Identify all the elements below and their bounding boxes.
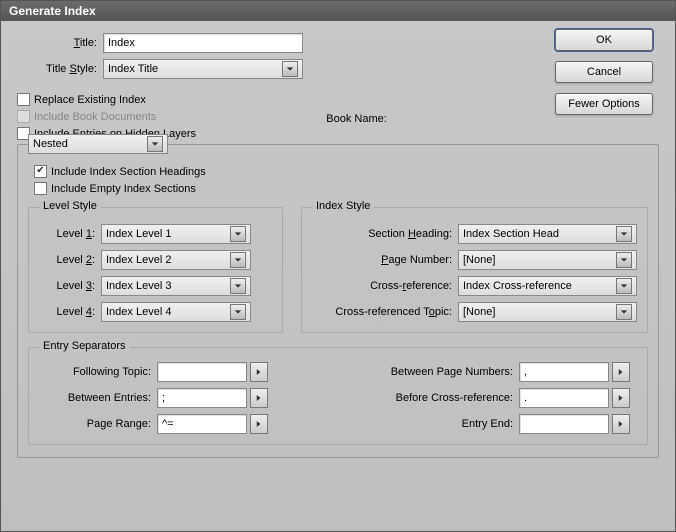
chevron-down-icon <box>616 278 632 294</box>
level4-label: Level 4: <box>39 306 95 318</box>
include-book-docs-check: Include Book Documents <box>17 110 156 123</box>
nested-runin-select[interactable]: Nested <box>28 134 168 154</box>
dialog-title: Generate Index <box>9 4 96 18</box>
include-headings-check[interactable]: Include Index Section Headings <box>34 165 648 178</box>
level-style-legend: Level Style <box>39 200 101 212</box>
entry-separators-group: Entry Separators Following Topic: Betwee… <box>28 347 648 445</box>
entry-end-input[interactable] <box>519 414 609 434</box>
following-topic-label: Following Topic: <box>39 366 151 378</box>
title-style-label: Title Style: <box>17 63 97 75</box>
level4-value: Index Level 4 <box>106 306 227 318</box>
before-cross-ref-label: Before Cross-reference: <box>353 392 513 404</box>
cross-ref-topic-value: [None] <box>463 306 613 318</box>
book-name-label: Book Name: <box>326 113 387 125</box>
page-range-label: Page Range: <box>39 418 151 430</box>
between-page-numbers-label: Between Page Numbers: <box>353 366 513 378</box>
title-style-select[interactable]: Index Title <box>103 59 303 79</box>
flyout-button[interactable] <box>612 414 630 434</box>
generate-index-dialog: Generate Index OK Cancel Fewer Options T… <box>0 0 676 532</box>
section-heading-value: Index Section Head <box>463 228 613 240</box>
flyout-button[interactable] <box>250 414 268 434</box>
replace-existing-label: Replace Existing Index <box>34 94 146 106</box>
level3-value: Index Level 3 <box>106 280 227 292</box>
checkbox-icon <box>17 110 30 123</box>
checkbox-checked-icon <box>34 165 47 178</box>
flyout-button[interactable] <box>250 362 268 382</box>
include-empty-label: Include Empty Index Sections <box>51 183 196 195</box>
chevron-down-icon <box>230 252 246 268</box>
dialog-content: Title: Title Style: Index Title Replace … <box>1 21 675 468</box>
chevron-down-icon <box>230 226 246 242</box>
include-book-docs-label: Include Book Documents <box>34 111 156 123</box>
chevron-down-icon <box>616 252 632 268</box>
index-style-group: Index Style Section Heading: Index Secti… <box>301 207 648 333</box>
level1-select[interactable]: Index Level 1 <box>101 224 251 244</box>
level1-value: Index Level 1 <box>106 228 227 240</box>
chevron-down-icon <box>147 136 163 152</box>
flyout-button[interactable] <box>612 362 630 382</box>
between-page-numbers-input[interactable] <box>519 362 609 382</box>
title-input[interactable] <box>103 33 303 53</box>
cross-ref-topic-label: Cross-referenced Topic: <box>312 306 452 318</box>
cross-ref-value: Index Cross-reference <box>463 280 613 292</box>
include-headings-label: Include Index Section Headings <box>51 166 206 178</box>
level-style-group: Level Style Level 1: Index Level 1 Level… <box>28 207 283 333</box>
title-style-value: Index Title <box>108 63 279 75</box>
level3-label: Level 3: <box>39 280 95 292</box>
following-topic-input[interactable] <box>157 362 247 382</box>
entry-separators-legend: Entry Separators <box>39 340 130 352</box>
level2-label: Level 2: <box>39 254 95 266</box>
page-range-input[interactable] <box>157 414 247 434</box>
nested-runin-value: Nested <box>33 138 144 150</box>
level4-select[interactable]: Index Level 4 <box>101 302 251 322</box>
dialog-titlebar: Generate Index <box>1 1 675 21</box>
section-heading-label: Section Heading: <box>312 228 452 240</box>
section-heading-select[interactable]: Index Section Head <box>458 224 637 244</box>
entry-end-label: Entry End: <box>353 418 513 430</box>
flyout-button[interactable] <box>612 388 630 408</box>
level2-select[interactable]: Index Level 2 <box>101 250 251 270</box>
before-cross-ref-input[interactable] <box>519 388 609 408</box>
include-empty-check[interactable]: Include Empty Index Sections <box>34 182 648 195</box>
replace-existing-check[interactable]: Replace Existing Index <box>17 93 659 106</box>
chevron-down-icon <box>230 304 246 320</box>
main-group: Nested Include Index Section Headings In… <box>17 144 659 458</box>
chevron-down-icon <box>616 226 632 242</box>
between-entries-input[interactable] <box>157 388 247 408</box>
chevron-down-icon <box>282 61 298 77</box>
title-label: Title: <box>17 37 97 49</box>
level1-label: Level 1: <box>39 228 95 240</box>
flyout-button[interactable] <box>250 388 268 408</box>
level3-select[interactable]: Index Level 3 <box>101 276 251 296</box>
index-style-legend: Index Style <box>312 200 374 212</box>
between-entries-label: Between Entries: <box>39 392 151 404</box>
page-number-select[interactable]: [None] <box>458 250 637 270</box>
checkbox-icon <box>34 182 47 195</box>
cross-ref-select[interactable]: Index Cross-reference <box>458 276 637 296</box>
level2-value: Index Level 2 <box>106 254 227 266</box>
cross-ref-topic-select[interactable]: [None] <box>458 302 637 322</box>
chevron-down-icon <box>616 304 632 320</box>
page-number-value: [None] <box>463 254 613 266</box>
cross-ref-label: Cross-reference: <box>312 280 452 292</box>
checkbox-icon <box>17 93 30 106</box>
chevron-down-icon <box>230 278 246 294</box>
page-number-label: Page Number: <box>312 254 452 266</box>
